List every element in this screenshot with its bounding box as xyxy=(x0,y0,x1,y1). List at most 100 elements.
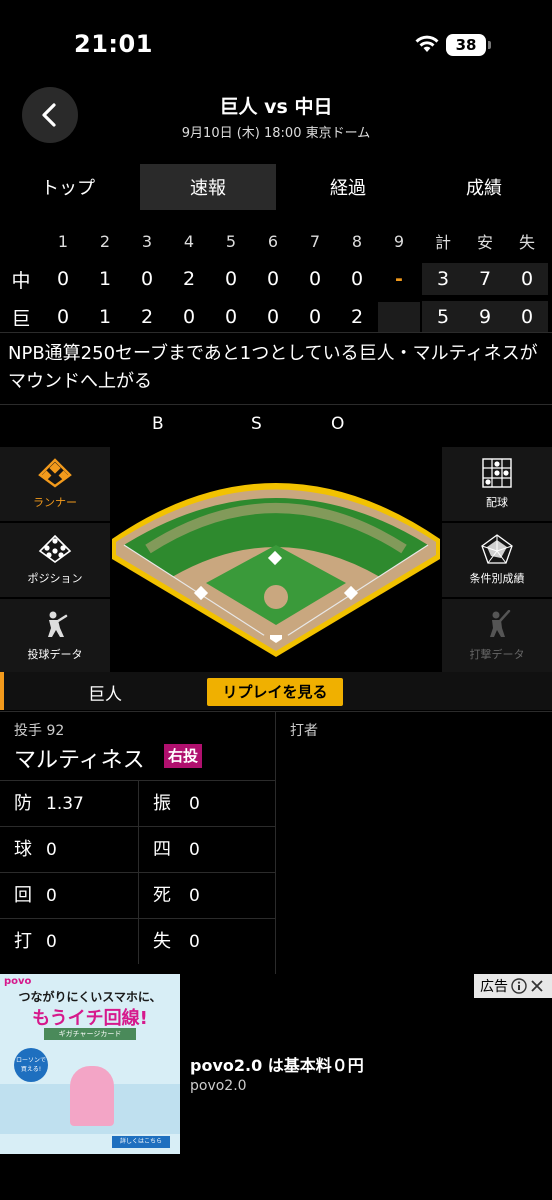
baseball-field xyxy=(110,447,442,669)
battery-tip xyxy=(488,41,491,49)
info-icon xyxy=(511,978,527,994)
inning-score: 2 xyxy=(350,306,364,328)
stat-key: 振 xyxy=(153,793,171,814)
tab-bar: トップ 速報 経過 成績 xyxy=(0,162,552,212)
tab-stats[interactable]: 成績 xyxy=(416,162,552,212)
batter-label: 打者 xyxy=(290,723,318,739)
stat-value: 0 xyxy=(189,840,200,860)
inning-score-empty xyxy=(378,302,420,332)
inning-header: 4 xyxy=(183,231,195,251)
ad-subtitle: povo2.0 xyxy=(190,1078,247,1094)
stat-key: 失 xyxy=(153,931,171,952)
inning-score: 1 xyxy=(98,306,112,328)
batting-data-button: 打撃データ xyxy=(442,599,552,673)
inning-header: 8 xyxy=(351,231,363,251)
status-time: 21:01 xyxy=(74,30,153,58)
stat-value: 0 xyxy=(189,932,200,952)
stat-value: 0 xyxy=(46,932,57,952)
ad-title[interactable]: povo2.0 は基本料０円 xyxy=(190,1052,364,1076)
stat-key: 死 xyxy=(153,885,171,906)
stat-key: 防 xyxy=(14,793,32,814)
team-name: 巨人 xyxy=(88,685,122,705)
inning-score-current: - xyxy=(395,268,403,290)
ad-detail-button[interactable]: 詳しくはこちら xyxy=(112,1136,170,1148)
position-button[interactable]: ポジション xyxy=(0,523,110,597)
stat-key: 打 xyxy=(14,931,32,952)
batter-icon xyxy=(490,610,511,637)
tab-progress[interactable]: 経過 xyxy=(280,162,416,212)
position-label: ポジション xyxy=(27,572,83,585)
stat-key: 四 xyxy=(153,839,171,860)
position-icon xyxy=(38,534,72,563)
pitch-chart-label: 配球 xyxy=(486,496,508,509)
inning-score: 0 xyxy=(182,306,196,328)
battery-indicator: 38 xyxy=(446,34,486,56)
ad-brand: povo xyxy=(4,976,32,987)
ad-card-label: ギガチャージカード xyxy=(44,1028,136,1040)
inning-score: 0 xyxy=(308,268,322,290)
pitch-data-label: 投球データ xyxy=(27,648,83,661)
inning-header: 2 xyxy=(99,231,111,251)
team-accent-bar xyxy=(0,672,4,710)
pitcher-label: 投手 92 xyxy=(14,723,65,739)
strike-count-label: S xyxy=(251,414,262,434)
ad-banner[interactable]: povo つながりにくいスマホに、 もうイチ回線! ギガチャージカード ローソン… xyxy=(0,974,552,1200)
ad-lawson-badge: ローソンで買える! xyxy=(14,1048,48,1082)
pitch-chart-button[interactable]: 配球 xyxy=(442,447,552,521)
stat-key: 回 xyxy=(14,885,32,906)
ad-tag-label: 広告 xyxy=(480,979,508,995)
radar-chart-icon xyxy=(481,534,513,564)
tab-top[interactable]: トップ xyxy=(0,162,136,212)
scoreboard: 1 2 3 4 5 6 7 8 9 計 安 失 中 0 1 0 2 0 0 0 … xyxy=(0,222,552,336)
total-header-hits: 安 xyxy=(476,233,493,252)
inning-score: 0 xyxy=(56,268,70,290)
team-abbr-away: 中 xyxy=(11,269,31,292)
stat-row: 球 0 四 0 xyxy=(0,826,276,872)
replay-button[interactable]: リプレイを見る xyxy=(207,678,343,706)
ad-headline: つながりにくいスマホに、 xyxy=(18,990,162,1004)
scoreboard-row-away: 中 0 1 0 2 0 0 0 0 - 3 7 0 xyxy=(0,260,552,298)
total-hits: 9 xyxy=(464,301,506,333)
divider xyxy=(0,404,552,405)
batting-data-label: 打撃データ xyxy=(469,648,525,661)
stat-key: 球 xyxy=(14,839,32,860)
inning-score: 0 xyxy=(56,306,70,328)
pitch-data-button[interactable]: 投球データ xyxy=(0,599,110,673)
runner-diamond-icon xyxy=(38,458,72,488)
inning-score: 2 xyxy=(182,268,196,290)
out-count-label: O xyxy=(331,414,345,434)
total-errors: 0 xyxy=(506,301,548,333)
inning-header: 7 xyxy=(309,231,321,251)
wifi-icon xyxy=(415,35,439,52)
ad-image[interactable]: povo つながりにくいスマホに、 もうイチ回線! ギガチャージカード ローソン… xyxy=(0,974,180,1154)
pitcher-name[interactable]: マルティネス xyxy=(14,742,145,774)
inning-score: 0 xyxy=(224,268,238,290)
stat-value: 0 xyxy=(189,794,200,814)
stat-row: 防 1.37 振 0 xyxy=(0,780,276,826)
team-abbr-home: 巨 xyxy=(11,307,31,330)
inning-score: 0 xyxy=(140,268,154,290)
stat-row: 打 0 失 0 xyxy=(0,918,276,964)
runner-button[interactable]: ランナー xyxy=(0,447,110,521)
scoreboard-header-row: 1 2 3 4 5 6 7 8 9 計 安 失 xyxy=(0,222,552,260)
divider xyxy=(0,332,552,333)
pitch-grid-icon xyxy=(482,458,512,488)
play-commentary: NPB通算250セーブまであと1つとしている巨人・マルティネスがマウンドへ上がる xyxy=(8,343,538,392)
stat-row: 回 0 死 0 xyxy=(0,872,276,918)
stat-value: 1.37 xyxy=(46,794,84,814)
inning-header: 5 xyxy=(225,231,237,251)
inning-header: 9 xyxy=(393,231,405,251)
tab-live[interactable]: 速報 xyxy=(140,164,276,210)
inning-header: 1 xyxy=(57,231,69,251)
inning-score: 0 xyxy=(266,306,280,328)
total-runs: 5 xyxy=(422,301,464,333)
stat-value: 0 xyxy=(46,886,57,906)
close-icon[interactable] xyxy=(530,979,544,993)
condition-stats-label: 条件別成績 xyxy=(469,572,525,585)
total-errors: 0 xyxy=(506,263,548,295)
ad-choices[interactable]: 広告 xyxy=(474,974,552,998)
status-bar: 21:01 38 xyxy=(0,0,552,90)
condition-stats-button[interactable]: 条件別成績 xyxy=(442,523,552,597)
inning-score: 2 xyxy=(140,306,154,328)
total-header-errors: 失 xyxy=(518,233,535,252)
